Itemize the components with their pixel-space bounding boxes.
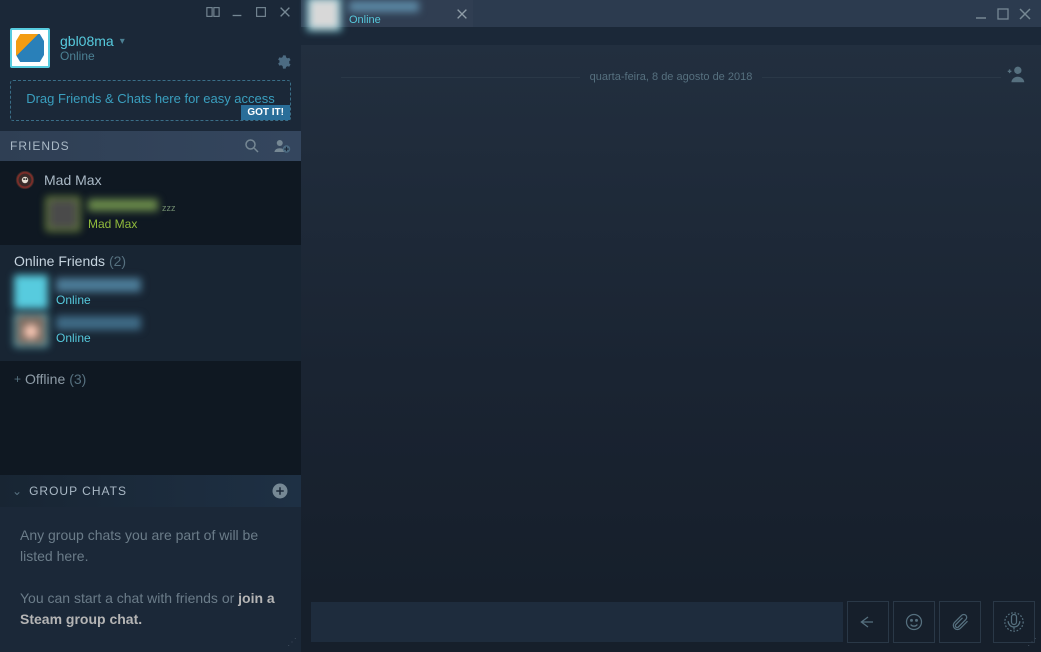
drag-hint-text: Drag Friends & Chats here for easy acces… xyxy=(26,91,275,106)
drag-hint-box: Drag Friends & Chats here for easy acces… xyxy=(10,80,291,121)
friends-label: FRIENDS xyxy=(10,139,70,153)
friends-window: gbl08ma ▾ Online Drag Friends & Chats her… xyxy=(0,0,301,652)
chat-tab[interactable]: Online xyxy=(301,0,473,27)
now-playing-block: Mad Max zzz Mad Max xyxy=(0,161,301,245)
chevron-down-icon[interactable]: ▾ xyxy=(120,36,125,47)
emoji-icon[interactable] xyxy=(893,601,935,643)
friend-status: Online xyxy=(56,293,141,307)
groupchats-body: Any group chats you are part of will be … xyxy=(0,507,301,652)
groupchats-header[interactable]: ⌄ GROUP CHATS xyxy=(0,475,301,507)
friends-section-header: FRIENDS xyxy=(0,131,301,161)
close-button[interactable] xyxy=(1017,6,1033,22)
friend-entry[interactable]: Online xyxy=(14,313,287,347)
message-input[interactable] xyxy=(311,602,843,642)
friend-name-blurred xyxy=(88,199,158,211)
chat-input-row xyxy=(301,592,1041,652)
game-header-row: Mad Max xyxy=(0,169,301,191)
date-text: quarta-feira, 8 de agosto de 2018 xyxy=(590,71,753,83)
chat-tab-status: Online xyxy=(349,14,419,26)
online-friends-block: Online Friends (2) Online Online xyxy=(0,245,301,361)
add-user-to-chat-icon[interactable] xyxy=(1005,63,1027,90)
friend-entry[interactable]: zzz Mad Max xyxy=(0,191,301,237)
minimize-button[interactable] xyxy=(229,4,245,20)
self-profile-row[interactable]: gbl08ma ▾ Online xyxy=(0,24,301,76)
gear-icon[interactable] xyxy=(275,54,291,70)
offline-count: (3) xyxy=(69,371,86,387)
self-status: Online xyxy=(60,49,125,63)
game-icon xyxy=(14,169,36,191)
friend-name-blurred xyxy=(56,316,141,330)
resize-grip[interactable]: ⋰ xyxy=(287,637,297,648)
friends-list: Mad Max zzz Mad Max Online Friends (2) O… xyxy=(0,161,301,475)
chat-tab-name-blurred xyxy=(349,1,419,12)
chat-tab-avatar xyxy=(307,0,341,31)
friends-titlebar xyxy=(0,0,301,24)
attachment-icon[interactable] xyxy=(939,601,981,643)
resize-grip[interactable]: ⋰ xyxy=(1027,637,1037,648)
online-friends-title: Online Friends (2) xyxy=(14,253,287,269)
self-info: gbl08ma ▾ Online xyxy=(60,33,125,63)
close-button[interactable] xyxy=(277,4,293,20)
snooze-icon: zzz xyxy=(162,203,176,213)
chat-titlebar: Online xyxy=(301,0,1041,27)
friend-entry[interactable]: Online xyxy=(14,275,287,309)
offline-friends-header[interactable]: + Offline (3) xyxy=(0,361,301,397)
groupchats-text2: You can start a chat with friends or joi… xyxy=(20,588,281,630)
maximize-button[interactable] xyxy=(995,6,1011,22)
self-username: gbl08ma xyxy=(60,33,114,49)
add-groupchat-icon[interactable] xyxy=(271,482,289,500)
add-friend-icon[interactable] xyxy=(273,137,291,155)
send-button[interactable] xyxy=(847,601,889,643)
chevron-down-icon: ⌄ xyxy=(12,484,23,498)
minimize-button[interactable] xyxy=(973,6,989,22)
search-icon[interactable] xyxy=(243,137,261,155)
groupchats-text1: Any group chats you are part of will be … xyxy=(20,525,281,567)
dualpane-icon[interactable] xyxy=(205,4,221,20)
game-name: Mad Max xyxy=(44,172,102,188)
groupchats-label: GROUP CHATS xyxy=(29,484,127,498)
friend-name-blurred xyxy=(56,278,141,292)
friend-status: Online xyxy=(56,331,141,345)
online-count: (2) xyxy=(109,253,126,269)
tab-close-icon[interactable] xyxy=(455,7,469,21)
offline-label: Offline xyxy=(25,371,65,387)
friend-playing-label: Mad Max xyxy=(88,217,176,231)
maximize-button[interactable] xyxy=(253,4,269,20)
self-avatar xyxy=(10,28,50,68)
gotit-button[interactable]: GOT IT! xyxy=(241,105,290,120)
chat-window: Online quarta-feira, 8 de agosto de 2018… xyxy=(301,0,1041,652)
chat-message-area: quarta-feira, 8 de agosto de 2018 xyxy=(301,45,1041,592)
friend-avatar xyxy=(14,275,48,309)
friend-avatar xyxy=(14,313,48,347)
friend-avatar xyxy=(46,197,80,231)
expand-icon: + xyxy=(14,372,21,386)
date-separator: quarta-feira, 8 de agosto de 2018 xyxy=(341,71,1001,83)
